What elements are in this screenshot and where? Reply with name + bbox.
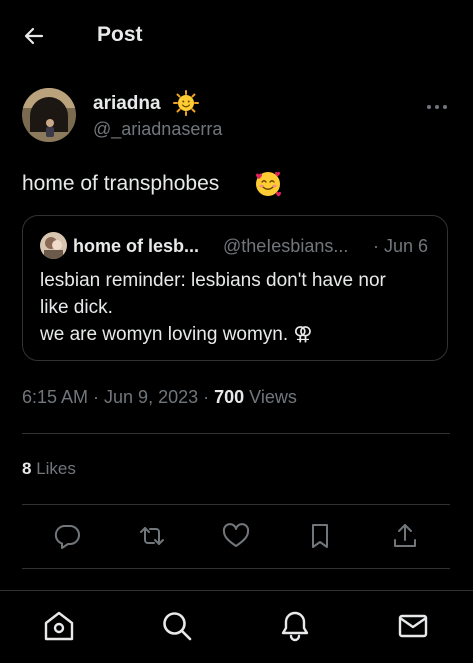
views-label: Views	[244, 387, 297, 407]
likes-stat[interactable]: 8 Likes	[22, 459, 76, 479]
quoted-display-name[interactable]: home of lesb...	[73, 236, 199, 257]
home-icon[interactable]	[42, 609, 76, 643]
more-options-icon[interactable]	[426, 98, 448, 109]
divider	[22, 568, 450, 569]
quoted-text-line: we are womyn loving womyn. ⚢	[40, 324, 313, 345]
top-bar: Post	[0, 0, 473, 70]
quoted-text: lesbian reminder: lesbians don't have no…	[40, 267, 436, 348]
quoted-handle[interactable]: @theIesbians...	[223, 236, 348, 257]
post-metadata: 6:15 AM · Jun 9, 2023 · 700 Views	[22, 387, 297, 408]
search-icon[interactable]	[160, 609, 194, 643]
notifications-icon[interactable]	[278, 609, 312, 643]
sun-emoji-icon	[173, 90, 199, 116]
timestamp[interactable]: 6:15 AM · Jun 9, 2023 ·	[22, 387, 214, 407]
messages-icon[interactable]	[396, 609, 430, 643]
repost-icon[interactable]	[137, 521, 167, 551]
divider	[22, 433, 450, 434]
display-name[interactable]: ariadna	[93, 93, 161, 115]
avatar[interactable]	[22, 88, 76, 142]
smiling-face-with-hearts-icon	[253, 169, 283, 199]
views-count: 700	[214, 387, 245, 407]
share-icon[interactable]	[390, 521, 420, 551]
bookmark-icon[interactable]	[305, 521, 335, 551]
like-icon[interactable]	[221, 521, 251, 551]
quoted-post-card[interactable]: home of lesb... @theIesbians... · Jun 6 …	[22, 215, 448, 361]
bottom-navigation	[0, 590, 473, 663]
divider	[22, 504, 450, 505]
author-handle[interactable]: @_ariadnaserra	[93, 119, 222, 140]
quoted-text-line: lesbian reminder: lesbians don't have no…	[40, 270, 386, 291]
back-arrow-icon[interactable]	[22, 24, 46, 48]
likes-label: Likes	[31, 459, 76, 478]
page-title: Post	[97, 23, 143, 46]
author-row: ariadna @_ariadnaserra	[22, 88, 452, 144]
quoted-avatar[interactable]	[40, 232, 67, 259]
quoted-text-line: like dick.	[40, 297, 113, 318]
quoted-date[interactable]: · Jun 6	[373, 236, 428, 257]
reply-icon[interactable]	[52, 521, 82, 551]
post-text: home of transphobes	[22, 172, 220, 195]
